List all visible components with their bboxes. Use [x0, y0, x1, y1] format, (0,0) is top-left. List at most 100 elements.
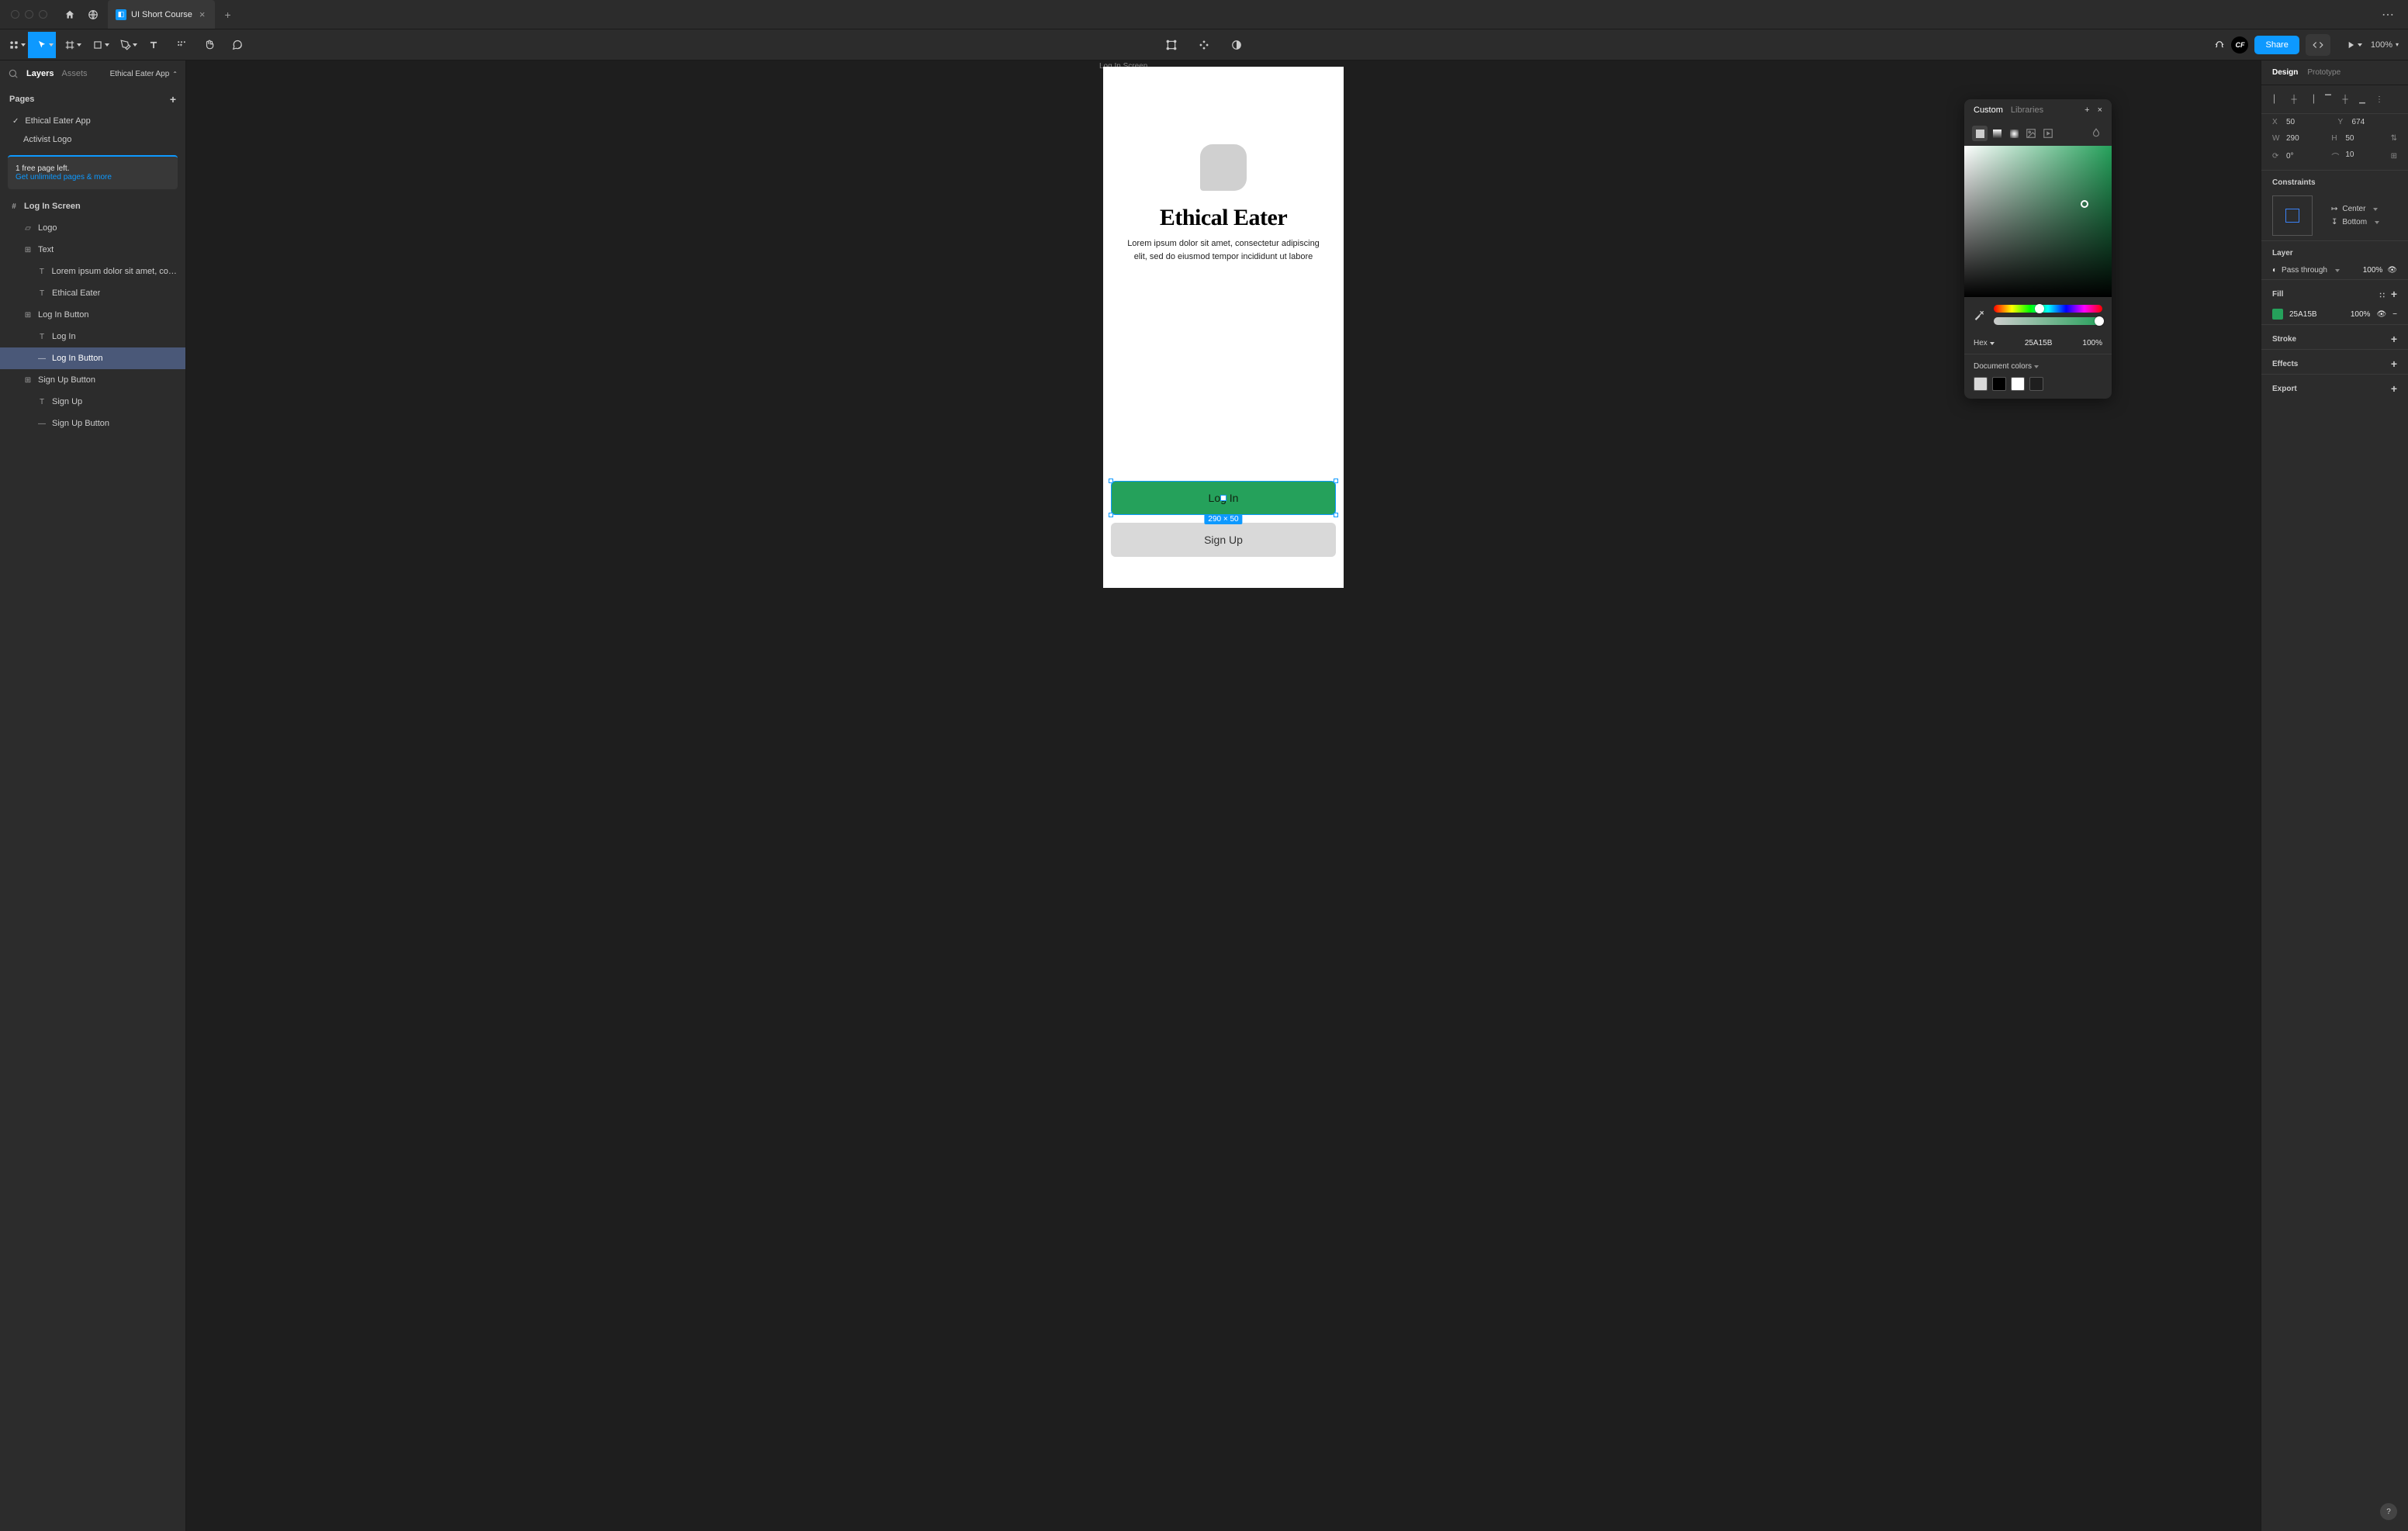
main-menu-icon[interactable] — [0, 32, 28, 58]
layer-row[interactable]: —Log In Button — [0, 347, 185, 369]
layer-opacity-input[interactable]: 100% — [2363, 266, 2383, 275]
distribute-icon[interactable]: ⋮ — [2372, 92, 2387, 107]
color-swatch[interactable] — [2029, 377, 2043, 391]
share-button[interactable]: Share — [2254, 36, 2299, 54]
add-stroke-icon[interactable]: + — [2391, 333, 2397, 345]
blend-mode-icon[interactable]: ◐ — [2272, 266, 2277, 275]
linear-mode-icon[interactable] — [1989, 126, 2005, 141]
picker-libraries-tab[interactable]: Libraries — [2011, 105, 2043, 115]
dev-mode-button[interactable] — [2306, 34, 2330, 56]
zoom-level[interactable]: 100%▾ — [2371, 40, 2399, 50]
rotation-input[interactable]: 0° — [2286, 152, 2294, 161]
layers-tab[interactable]: Layers — [26, 69, 54, 78]
move-tool[interactable] — [28, 32, 56, 58]
lorem-text[interactable]: Lorem ipsum dolor sit amet, consectetur … — [1126, 237, 1320, 263]
hand-tool[interactable] — [195, 32, 223, 58]
fill-hex[interactable]: 25A15B — [2289, 310, 2317, 319]
radial-mode-icon[interactable] — [2006, 126, 2022, 141]
hex-value[interactable]: 25A15B — [2002, 339, 2075, 347]
picker-custom-tab[interactable]: Custom — [1974, 105, 2003, 115]
component-icon[interactable] — [1190, 32, 1218, 58]
constrain-props-icon[interactable]: ⇅ — [2391, 134, 2397, 143]
layer-row[interactable]: —Sign Up Button — [0, 413, 185, 434]
add-page-icon[interactable]: + — [170, 93, 176, 105]
width-input[interactable]: 290 — [2286, 134, 2299, 143]
layer-row[interactable]: ⊞Sign Up Button — [0, 369, 185, 391]
layer-row[interactable]: TEthical Eater — [0, 282, 185, 304]
design-tab[interactable]: Design — [2272, 68, 2298, 77]
align-right-icon[interactable]: ▕ — [2303, 92, 2319, 107]
color-mode-selector[interactable]: Hex — [1974, 339, 1995, 347]
page-selector[interactable]: Ethical Eater App⌃ — [110, 70, 178, 78]
color-swatch[interactable] — [1974, 377, 1988, 391]
y-input[interactable]: 674 — [2352, 118, 2365, 126]
more-menu-icon[interactable]: ⋯ — [2382, 7, 2408, 22]
close-tab-icon[interactable]: × — [197, 9, 208, 20]
audio-icon[interactable] — [2214, 38, 2225, 51]
layer-row[interactable]: ⊞Log In Button — [0, 304, 185, 326]
color-swatch[interactable] — [1992, 377, 2006, 391]
height-input[interactable]: 50 — [2345, 134, 2354, 143]
constraint-h-select[interactable]: ↦ Center — [2331, 205, 2379, 213]
fill-opacity[interactable]: 100% — [2351, 310, 2371, 319]
add-export-icon[interactable]: + — [2391, 382, 2397, 395]
remove-fill-icon[interactable]: − — [2392, 310, 2397, 319]
picker-close-icon[interactable]: × — [2098, 105, 2102, 115]
video-mode-icon[interactable] — [2040, 126, 2056, 141]
alpha-slider[interactable] — [1994, 317, 2102, 325]
home-icon[interactable] — [58, 9, 81, 20]
picker-add-style-icon[interactable]: + — [2085, 105, 2089, 115]
file-tab[interactable]: ◧ UI Short Course × — [108, 0, 215, 29]
prototype-tab[interactable]: Prototype — [2307, 68, 2341, 77]
align-vcenter-icon[interactable]: ┼ — [2337, 92, 2353, 107]
image-mode-icon[interactable] — [2023, 126, 2039, 141]
new-tab-button[interactable]: + — [215, 9, 240, 21]
comment-tool[interactable] — [223, 32, 251, 58]
add-fill-icon[interactable]: + — [2391, 288, 2397, 300]
fill-styles-icon[interactable]: ∷ — [2379, 292, 2384, 300]
x-input[interactable]: 50 — [2286, 118, 2295, 126]
hue-slider[interactable] — [1994, 305, 2102, 313]
maximize-window[interactable] — [39, 10, 47, 19]
app-title-text[interactable]: Ethical Eater — [1103, 205, 1344, 231]
saturation-cursor[interactable] — [2081, 200, 2088, 208]
blend-mode-icon[interactable] — [2088, 126, 2104, 141]
align-left-icon[interactable]: ▏ — [2269, 92, 2285, 107]
logo-shape[interactable] — [1200, 144, 1247, 191]
upgrade-link[interactable]: Get unlimited pages & more — [16, 173, 170, 181]
frame-tool[interactable] — [56, 32, 84, 58]
layer-row[interactable]: ▱Logo — [0, 217, 185, 239]
assets-tab[interactable]: Assets — [61, 69, 87, 78]
radius-input[interactable]: 10 — [2345, 150, 2354, 162]
resources-tool[interactable] — [168, 32, 195, 58]
constraint-v-select[interactable]: ↧ Bottom — [2331, 218, 2379, 226]
search-icon[interactable] — [8, 68, 19, 79]
add-effect-icon[interactable]: + — [2391, 358, 2397, 370]
alpha-value[interactable]: 100% — [2082, 339, 2102, 347]
fill-visibility-icon[interactable]: 👁 — [2376, 310, 2386, 319]
minimize-window[interactable] — [25, 10, 33, 19]
layer-row[interactable]: #Log In Screen — [0, 195, 185, 217]
eyedropper-icon[interactable] — [1974, 309, 1986, 321]
blend-mode-select[interactable]: Pass through — [2282, 266, 2340, 275]
present-button[interactable] — [2337, 32, 2365, 58]
layer-row[interactable]: TSign Up — [0, 391, 185, 413]
login-button-shape[interactable]: Log In — [1111, 481, 1336, 515]
saturation-area[interactable] — [1964, 146, 2112, 297]
canvas[interactable]: Log In Screen Ethical Eater Lorem ipsum … — [186, 60, 2261, 1531]
layer-row[interactable]: ⊞Text — [0, 239, 185, 261]
avatar[interactable]: CF — [2231, 36, 2248, 54]
align-hcenter-icon[interactable]: ┼ — [2286, 92, 2302, 107]
page-item[interactable]: Activist Logo — [0, 130, 185, 149]
layer-row[interactable]: TLorem ipsum dolor sit amet, cons... — [0, 261, 185, 282]
align-bottom-icon[interactable]: ▁ — [2354, 92, 2370, 107]
visibility-icon[interactable]: 👁 — [2387, 266, 2397, 275]
layer-row[interactable]: TLog In — [0, 326, 185, 347]
doc-colors-heading[interactable]: Document colors — [1974, 362, 2102, 371]
help-button[interactable]: ? — [2380, 1503, 2397, 1520]
color-swatch[interactable] — [2011, 377, 2025, 391]
constraints-widget[interactable] — [2272, 195, 2313, 236]
shape-tool[interactable] — [84, 32, 112, 58]
fill-swatch[interactable] — [2272, 309, 2283, 320]
align-top-icon[interactable]: ▔ — [2320, 92, 2336, 107]
